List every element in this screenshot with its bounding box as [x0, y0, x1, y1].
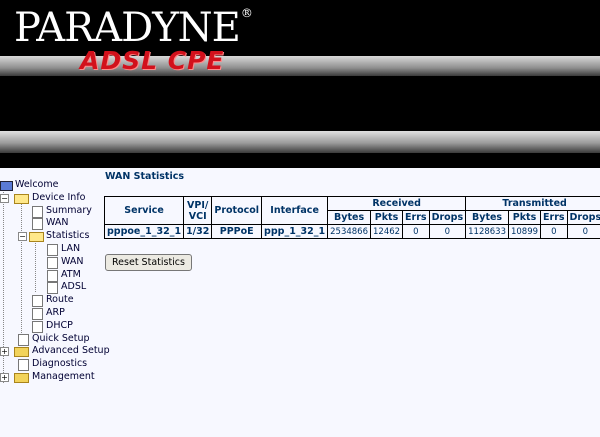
nav-label: WAN: [46, 217, 69, 229]
page-icon: [47, 243, 58, 256]
cell-service: pppoe_1_32_1: [103, 224, 185, 239]
header-service: Service: [103, 196, 185, 225]
nav-item-advanced-setup[interactable]: + Advanced Setup: [0, 345, 118, 358]
header-vpi-vci: VPI/ VCI: [183, 196, 213, 225]
nav-label: DHCP: [46, 319, 73, 331]
header-tx-drops: Drops: [566, 210, 600, 225]
nav-item-arp[interactable]: ARP: [0, 307, 118, 320]
nav-item-device-info[interactable]: − Device Info: [0, 192, 118, 205]
expand-icon[interactable]: +: [0, 372, 9, 382]
page-icon: [32, 320, 43, 333]
nav-label: Advanced Setup: [32, 345, 110, 357]
page-icon: [32, 295, 43, 308]
nav-item-quick-setup[interactable]: Quick Setup: [0, 333, 118, 346]
nav-label: Management: [32, 370, 95, 382]
cell-rx-drops: 0: [428, 224, 467, 239]
nav-label: ATM: [61, 268, 81, 280]
cell-tx-errs: 0: [540, 224, 568, 239]
nav-item-summary[interactable]: Summary: [0, 205, 118, 218]
nav-label: WAN: [61, 255, 84, 267]
header-protocol: Protocol: [211, 196, 263, 225]
header-interface: Interface: [261, 196, 329, 225]
header-transmitted: Transmitted: [465, 196, 600, 211]
nav-item-statistics[interactable]: − Statistics: [0, 230, 118, 243]
expand-icon[interactable]: +: [0, 347, 9, 357]
cell-rx-errs: 0: [402, 224, 430, 239]
collapse-icon[interactable]: −: [0, 193, 9, 203]
page-icon: [32, 218, 43, 231]
header-rx-drops: Drops: [428, 210, 467, 225]
page-icon: [47, 256, 58, 269]
open-folder-icon: [29, 232, 44, 243]
page-icon: [47, 282, 58, 295]
product-name: ADSL CPE: [80, 46, 225, 75]
header-tx-errs: Errs: [540, 210, 568, 225]
cell-interface: ppp_1_32_1: [261, 224, 329, 239]
cell-vpi-vci: 1/32: [183, 224, 213, 239]
nav-label: Statistics: [46, 230, 90, 242]
nav-label: Quick Setup: [32, 332, 90, 344]
nav-label: Device Info: [32, 191, 86, 203]
header-rx-errs: Errs: [402, 210, 430, 225]
cell-tx-drops: 0: [566, 224, 600, 239]
content-area: WAN Statistics Service VPI/ VCI Protocol…: [103, 171, 600, 271]
collapse-icon[interactable]: −: [18, 232, 27, 242]
page-icon: [32, 205, 43, 218]
banner-stripe-bottom: [0, 131, 600, 153]
registered-mark: ®: [240, 6, 253, 20]
table-row: pppoe_1_32_1 1/32 PPPoE ppp_1_32_1 25348…: [103, 224, 600, 239]
nav-item-device-wan[interactable]: WAN: [0, 217, 118, 231]
cell-protocol: PPPoE: [211, 224, 263, 239]
nav-tree: Welcome − Device Info Summary WAN − Stat…: [0, 179, 118, 384]
open-folder-icon: [14, 193, 29, 204]
nav-label: LAN: [61, 242, 81, 254]
nav-label: Diagnostics: [32, 358, 88, 370]
page-icon: [47, 269, 58, 282]
page-icon: [32, 307, 43, 320]
wan-stats-table: Service VPI/ VCI Protocol Interface Rece…: [103, 196, 600, 239]
banner: PARADYNE® ADSL CPE: [0, 0, 600, 168]
page-icon: [18, 333, 29, 346]
computer-icon: [0, 181, 13, 191]
nav-label: Welcome: [15, 179, 59, 190]
header-tx-pkts: Pkts: [507, 210, 542, 225]
nav-item-atm[interactable]: ATM: [0, 269, 118, 282]
nav-label: Route: [46, 294, 74, 306]
cell-rx-pkts: 12462: [369, 224, 404, 239]
header-received: Received: [327, 196, 467, 211]
nav-item-stats-wan[interactable]: WAN: [0, 256, 118, 269]
cell-tx-pkts: 10899: [507, 224, 542, 239]
header-rx-pkts: Pkts: [369, 210, 404, 225]
nav-item-route[interactable]: Route: [0, 294, 118, 308]
cell-tx-bytes: 1128633: [465, 224, 509, 239]
nav-item-management[interactable]: + Management: [0, 371, 118, 384]
nav-item-adsl[interactable]: ADSL: [0, 281, 118, 295]
nav-label: ADSL: [61, 281, 87, 293]
page-title: WAN Statistics: [105, 171, 184, 182]
nav-label: Summary: [46, 204, 92, 216]
cell-rx-bytes: 2534866: [327, 224, 371, 239]
nav-item-dhcp[interactable]: DHCP: [0, 320, 118, 333]
folder-icon: [14, 372, 29, 383]
nav-item-lan[interactable]: LAN: [0, 243, 118, 256]
reset-statistics-button[interactable]: Reset Statistics: [105, 254, 192, 271]
nav-label: ARP: [46, 306, 65, 318]
header-tx-bytes: Bytes: [465, 210, 509, 225]
nav-item-welcome[interactable]: Welcome: [0, 179, 118, 192]
folder-icon: [14, 347, 29, 358]
page-icon: [18, 359, 29, 372]
header-rx-bytes: Bytes: [327, 210, 371, 225]
table-header-row: Service VPI/ VCI Protocol Interface Rece…: [103, 196, 600, 225]
nav-item-diagnostics[interactable]: Diagnostics: [0, 358, 118, 372]
